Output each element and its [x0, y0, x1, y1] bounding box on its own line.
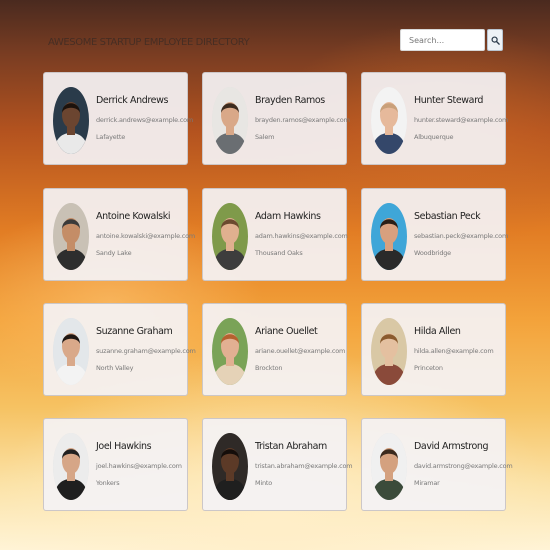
employee-avatar	[212, 318, 248, 385]
employee-card[interactable]: Derrick Andrews derrick.andrews@example.c…	[43, 72, 193, 165]
employee-city: Thousand Oaks	[255, 249, 303, 257]
employee-avatar	[371, 203, 407, 270]
employee-name: Brayden Ramos	[255, 95, 325, 106]
employee-city: Woodbridge	[414, 249, 451, 257]
employee-card[interactable]: Suzanne Graham suzanne.graham@example.com…	[43, 303, 196, 396]
employee-card[interactable]: Sebastian Peck sebastian.peck@example.com…	[361, 188, 509, 281]
employee-card[interactable]: Adam Hawkins adam.hawkins@example.com Thou…	[202, 188, 348, 281]
employee-city: Miramar	[414, 479, 440, 487]
employee-email: derrick.andrews@example.com	[96, 116, 194, 124]
employee-city: Albuquerque	[414, 133, 454, 141]
employee-avatar	[53, 433, 89, 500]
employee-city: Sandy Lake	[96, 249, 132, 257]
employee-card[interactable]: David Armstrong david.armstrong@example.c…	[361, 418, 513, 511]
employee-name: Tristan Abraham	[255, 441, 327, 452]
employee-email: ariane.ouellet@example.com	[255, 347, 346, 355]
employee-avatar	[212, 433, 248, 500]
employee-name: Hilda Allen	[414, 326, 461, 337]
employee-avatar	[212, 203, 248, 270]
employee-email: sebastian.peck@example.com	[414, 232, 509, 240]
employee-name: David Armstrong	[414, 441, 489, 452]
employee-city: Princeton	[414, 364, 443, 372]
employee-avatar	[371, 87, 407, 154]
employee-city: Yonkers	[96, 479, 120, 487]
employee-card[interactable]: Antoine Kowalski antoine.kowalski@example…	[43, 188, 195, 281]
employee-email: suzanne.graham@example.com	[96, 347, 196, 355]
employee-email: hunter.steward@example.com	[414, 116, 509, 124]
employee-avatar	[212, 87, 248, 154]
employee-name: Derrick Andrews	[96, 95, 168, 106]
employee-name: Adam Hawkins	[255, 211, 321, 222]
employee-city: Lafayette	[96, 133, 126, 141]
employee-avatar	[53, 318, 89, 385]
employee-avatar	[371, 433, 407, 500]
employee-name: Suzanne Graham	[96, 326, 173, 337]
employee-name: Sebastian Peck	[414, 211, 481, 222]
employee-card[interactable]: Tristan Abraham tristan.abraham@example.c…	[202, 418, 353, 511]
employee-email: adam.hawkins@example.com	[255, 232, 348, 240]
employee-name: Joel Hawkins	[96, 441, 152, 452]
employee-name: Hunter Steward	[414, 95, 484, 106]
employee-city: Salem	[255, 133, 275, 141]
employee-email: antoine.kowalski@example.com	[96, 232, 196, 240]
employee-avatar	[371, 318, 407, 385]
employee-card[interactable]: Hilda Allen hilda.allen@example.com Prince…	[361, 303, 506, 396]
employee-city: Brockton	[255, 364, 283, 372]
employee-city: Minto	[255, 479, 273, 487]
employee-email: tristan.abraham@example.com	[255, 462, 353, 470]
employee-email: david.armstrong@example.com	[414, 462, 513, 470]
employee-card[interactable]: Joel Hawkins joel.hawkins@example.com Yonk…	[43, 418, 188, 511]
employee-gallery: Derrick Andrews derrick.andrews@example.c…	[0, 0, 550, 550]
employee-card[interactable]: Ariane Ouellet ariane.ouellet@example.com…	[202, 303, 347, 396]
employee-name: Antoine Kowalski	[96, 211, 171, 222]
employee-avatar	[53, 87, 89, 154]
employee-city: North Valley	[96, 364, 134, 372]
employee-email: hilda.allen@example.com	[414, 347, 494, 355]
employee-card[interactable]: Hunter Steward hunter.steward@example.com…	[361, 72, 509, 165]
employee-email: brayden.ramos@example.com	[255, 116, 350, 124]
employee-avatar	[53, 203, 89, 270]
employee-email: joel.hawkins@example.com	[96, 462, 182, 470]
employee-card[interactable]: Brayden Ramos brayden.ramos@example.com Sa…	[202, 72, 350, 165]
employee-name: Ariane Ouellet	[255, 326, 318, 337]
